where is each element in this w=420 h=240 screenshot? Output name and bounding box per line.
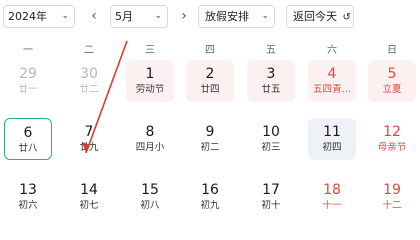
calendar-day-cell[interactable]: 29 廿一 — [4, 60, 52, 102]
day-number: 29 — [19, 66, 37, 82]
lunar-label: 初八 — [140, 200, 160, 211]
day-number: 13 — [19, 182, 37, 198]
day-number: 18 — [323, 182, 341, 198]
calendar-day-cell[interactable]: 9 初二 — [186, 118, 234, 160]
day-number: 4 — [327, 66, 337, 82]
day-number: 1 — [145, 66, 155, 82]
lunar-label: 初十 — [261, 200, 281, 211]
calendar-day-cell[interactable]: 12 母亲节 — [368, 118, 416, 160]
day-number: 12 — [383, 124, 401, 140]
calendar-day-cell[interactable]: 11 初四 — [308, 118, 356, 160]
lunar-label: 母亲节 — [377, 142, 407, 153]
day-number: 11 — [323, 124, 341, 140]
lunar-label: 立夏 — [382, 84, 402, 95]
lunar-label: 劳动节 — [135, 84, 165, 95]
calendar-day-cell[interactable]: 6 廿八 — [4, 118, 52, 160]
lunar-label: 十一 — [322, 200, 342, 211]
day-number: 30 — [80, 66, 98, 82]
day-number: 10 — [262, 124, 280, 140]
calendar-day-cell[interactable]: 16 初九 — [186, 176, 234, 218]
day-number: 8 — [145, 124, 155, 140]
day-number: 6 — [23, 125, 33, 141]
lunar-label: 初二 — [200, 142, 220, 153]
lunar-label: 初六 — [18, 200, 38, 211]
calendar-day-cell[interactable]: 15 初八 — [126, 176, 174, 218]
day-number: 2 — [205, 66, 215, 82]
calendar-day-cell[interactable]: 5 立夏 — [368, 60, 416, 102]
lunar-label: 初四 — [322, 142, 342, 153]
lunar-label: 廿二 — [79, 84, 99, 95]
day-number: 14 — [80, 182, 98, 198]
lunar-label: 廿四 — [200, 84, 220, 95]
lunar-label: 廿九 — [79, 142, 99, 153]
day-number: 3 — [266, 66, 276, 82]
calendar-day-cell[interactable]: 10 初三 — [247, 118, 295, 160]
calendar-day-cell[interactable]: 1 劳动节 — [126, 60, 174, 102]
day-number: 17 — [262, 182, 280, 198]
lunar-label: 四月小 — [135, 142, 165, 153]
day-number: 16 — [201, 182, 219, 198]
calendar-day-cell[interactable]: 8 四月小 — [126, 118, 174, 160]
calendar-grid: 29 廿一 30 廿二 1 劳动节 2 廿四 3 廿五 4 五四青… 5 立夏 6 廿八 7 廿九 8 四月小 9 初二 1… — [0, 0, 420, 239]
calendar-day-cell[interactable]: 3 廿五 — [247, 60, 295, 102]
lunar-label: 廿一 — [18, 84, 38, 95]
lunar-label: 初七 — [79, 200, 99, 211]
day-number: 7 — [84, 124, 94, 140]
day-number: 15 — [141, 182, 159, 198]
lunar-label: 初九 — [200, 200, 220, 211]
day-number: 5 — [387, 66, 397, 82]
calendar-day-cell[interactable]: 19 十二 — [368, 176, 416, 218]
calendar-day-cell[interactable]: 13 初六 — [4, 176, 52, 218]
calendar-day-cell[interactable]: 30 廿二 — [65, 60, 113, 102]
lunar-label: 廿五 — [261, 84, 281, 95]
lunar-label: 五四青… — [312, 84, 351, 95]
lunar-label: 十二 — [382, 200, 402, 211]
calendar-day-cell[interactable]: 2 廿四 — [186, 60, 234, 102]
lunar-label: 廿八 — [18, 143, 38, 154]
calendar-day-cell[interactable]: 18 十一 — [308, 176, 356, 218]
lunar-label: 初三 — [261, 142, 281, 153]
calendar-day-cell[interactable]: 14 初七 — [65, 176, 113, 218]
calendar-day-cell[interactable]: 7 廿九 — [65, 118, 113, 160]
calendar-day-cell[interactable]: 4 五四青… — [308, 60, 356, 102]
day-number: 19 — [383, 182, 401, 198]
day-number: 9 — [205, 124, 215, 140]
calendar-day-cell[interactable]: 17 初十 — [247, 176, 295, 218]
